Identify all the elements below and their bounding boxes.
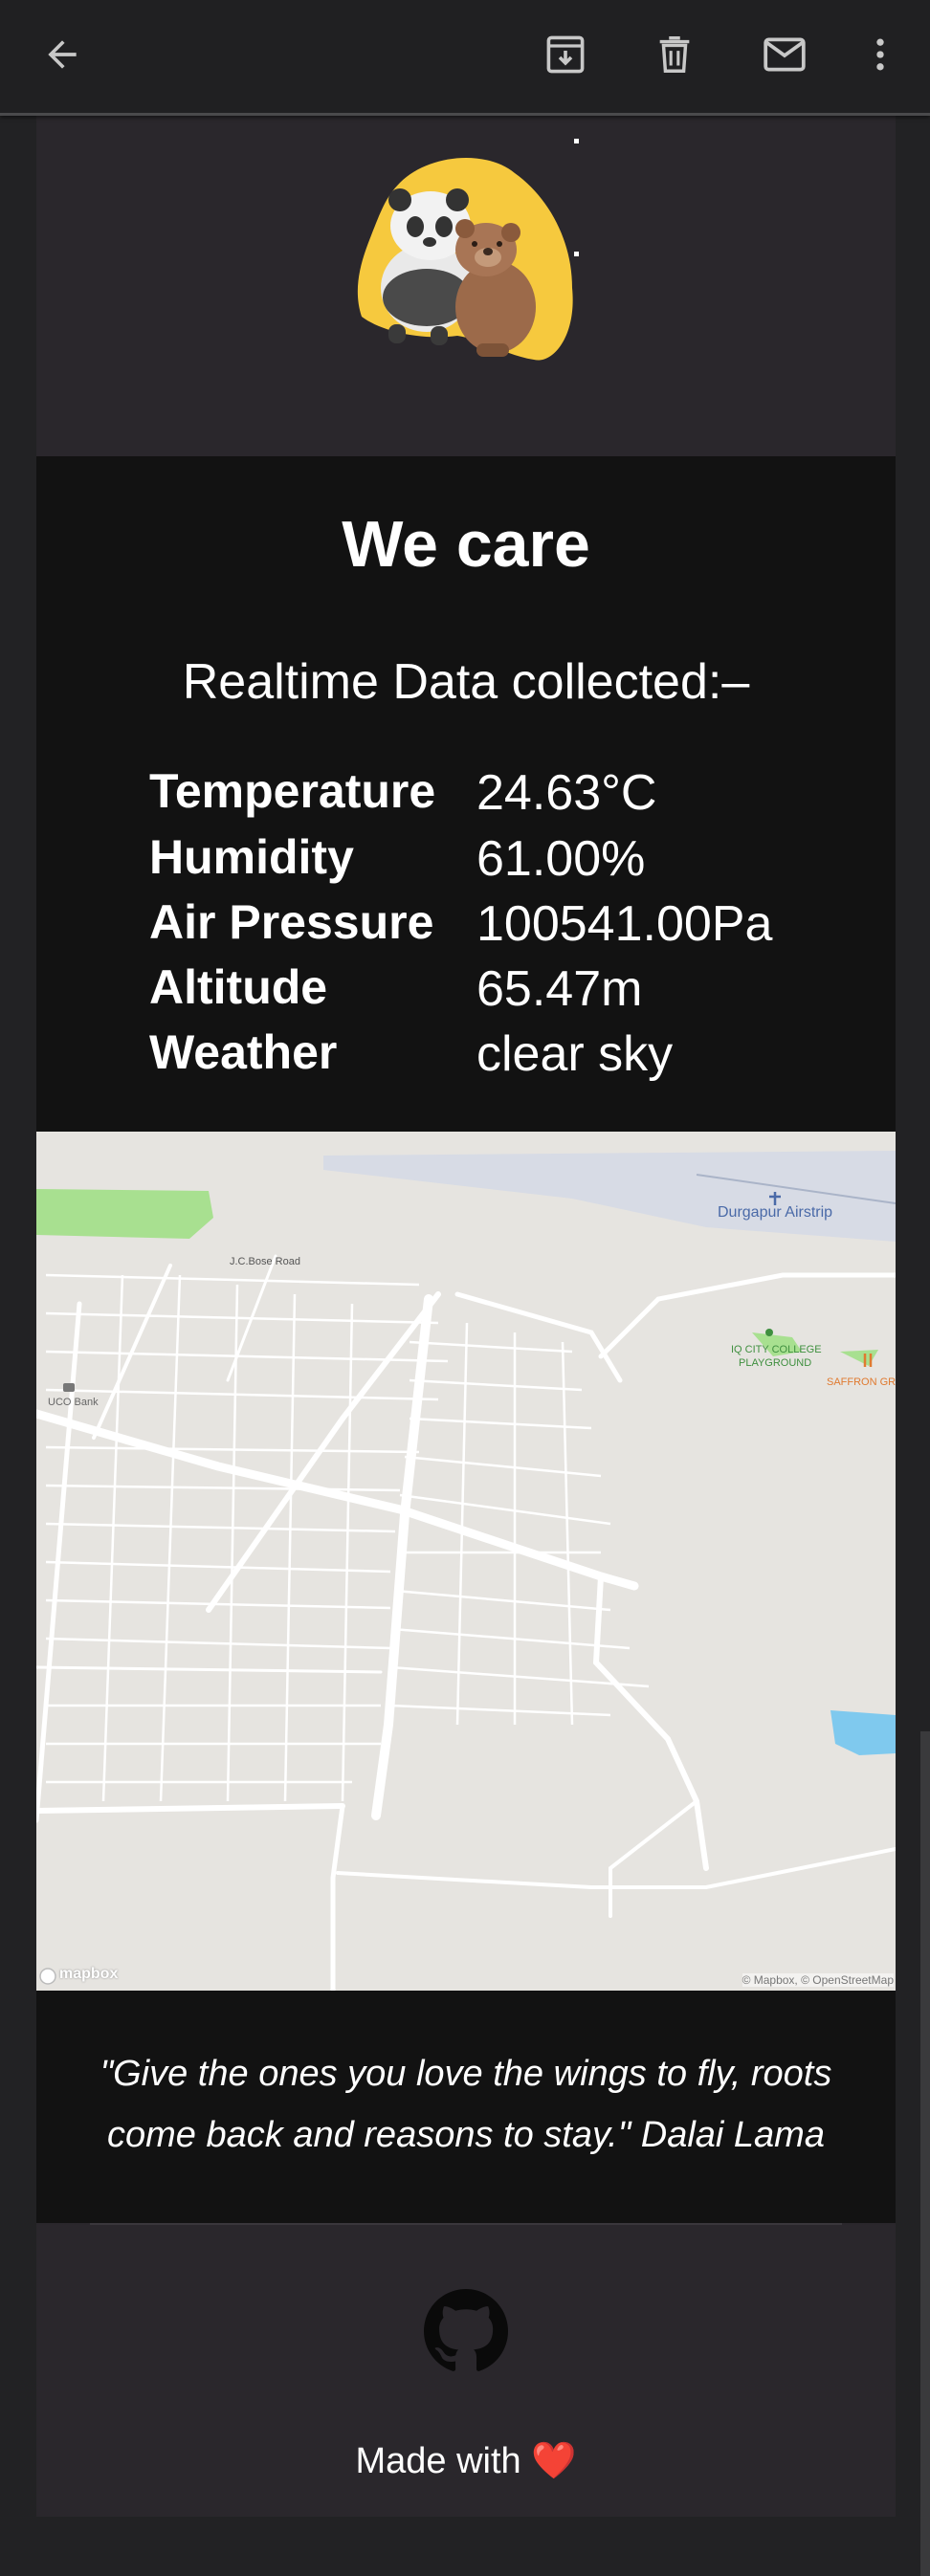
map-label-playground-1: IQ CITY COLLEGE xyxy=(731,1344,822,1355)
map-attribution[interactable]: © Mapbox, © OpenStreetMap xyxy=(742,1973,894,1987)
more-options-button[interactable] xyxy=(852,26,909,83)
data-subtitle: Realtime Data collected:– xyxy=(182,654,750,710)
hero-section xyxy=(36,116,896,456)
trash-icon xyxy=(659,36,690,73)
sparkle-dot xyxy=(574,252,579,256)
more-vert-icon xyxy=(876,38,884,71)
reading-row-weather: Weather clear sky xyxy=(149,1022,838,1083)
reading-row-temperature: Temperature 24.63°C xyxy=(149,760,838,822)
map-label-road: J.C.Bose Road xyxy=(230,1256,300,1267)
reading-label: Weather xyxy=(149,1025,338,1079)
location-map[interactable]: Durgapur Airstrip J.C.Bose Road UCO Bank… xyxy=(36,1132,896,1991)
map-label-airstrip: Durgapur Airstrip xyxy=(718,1204,833,1221)
sparkle-dot xyxy=(574,139,579,143)
made-with-text: Made with ❤️ xyxy=(36,2440,896,2482)
heart-icon: ❤️ xyxy=(531,2441,577,2481)
archive-icon xyxy=(546,35,585,74)
reading-label: Air Pressure xyxy=(149,895,434,949)
quote-text: "Give the ones you love the wings to fly… xyxy=(75,2043,857,2166)
reading-label: Temperature xyxy=(149,764,436,818)
reading-row-air-pressure: Air Pressure 100541.00Pa xyxy=(149,892,838,953)
arrow-left-icon xyxy=(48,40,77,69)
reading-value: 24.63°C xyxy=(476,765,657,821)
map-label-bank: UCO Bank xyxy=(48,1397,99,1408)
mapbox-logo[interactable]: mapbox xyxy=(59,1966,118,1983)
made-with-label: Made with xyxy=(355,2441,521,2481)
hero-illustration xyxy=(357,157,573,361)
reading-row-altitude: Altitude 65.47m xyxy=(149,957,838,1018)
map-label-playground-2: PLAYGROUND xyxy=(739,1357,812,1369)
reading-label: Humidity xyxy=(149,830,354,884)
mail-icon xyxy=(764,37,806,72)
mark-unread-button[interactable] xyxy=(756,26,813,83)
quote-line: "Give the ones you love the wings to fly… xyxy=(100,2054,832,2094)
reading-value: 100541.00Pa xyxy=(476,896,773,952)
delete-button[interactable] xyxy=(646,26,703,83)
reading-value: 61.00% xyxy=(476,831,646,887)
reading-row-humidity: Humidity 61.00% xyxy=(149,826,838,888)
map-label-restaurant: SAFFRON GRI xyxy=(827,1376,896,1388)
scrollbar[interactable] xyxy=(920,1731,930,2576)
top-app-bar xyxy=(0,0,930,116)
archive-button[interactable] xyxy=(537,26,594,83)
reading-value: clear sky xyxy=(476,1026,674,1082)
footer-divider xyxy=(90,2223,842,2225)
reading-label: Altitude xyxy=(149,960,328,1014)
map-canvas xyxy=(36,1132,896,1991)
quote-line: come back and reasons to stay." Dalai La… xyxy=(107,2115,825,2155)
back-button[interactable] xyxy=(33,26,91,83)
github-link[interactable] xyxy=(424,2289,508,2373)
email-title: We care xyxy=(342,508,590,581)
github-icon xyxy=(424,2289,508,2371)
reading-value: 65.47m xyxy=(476,961,643,1017)
